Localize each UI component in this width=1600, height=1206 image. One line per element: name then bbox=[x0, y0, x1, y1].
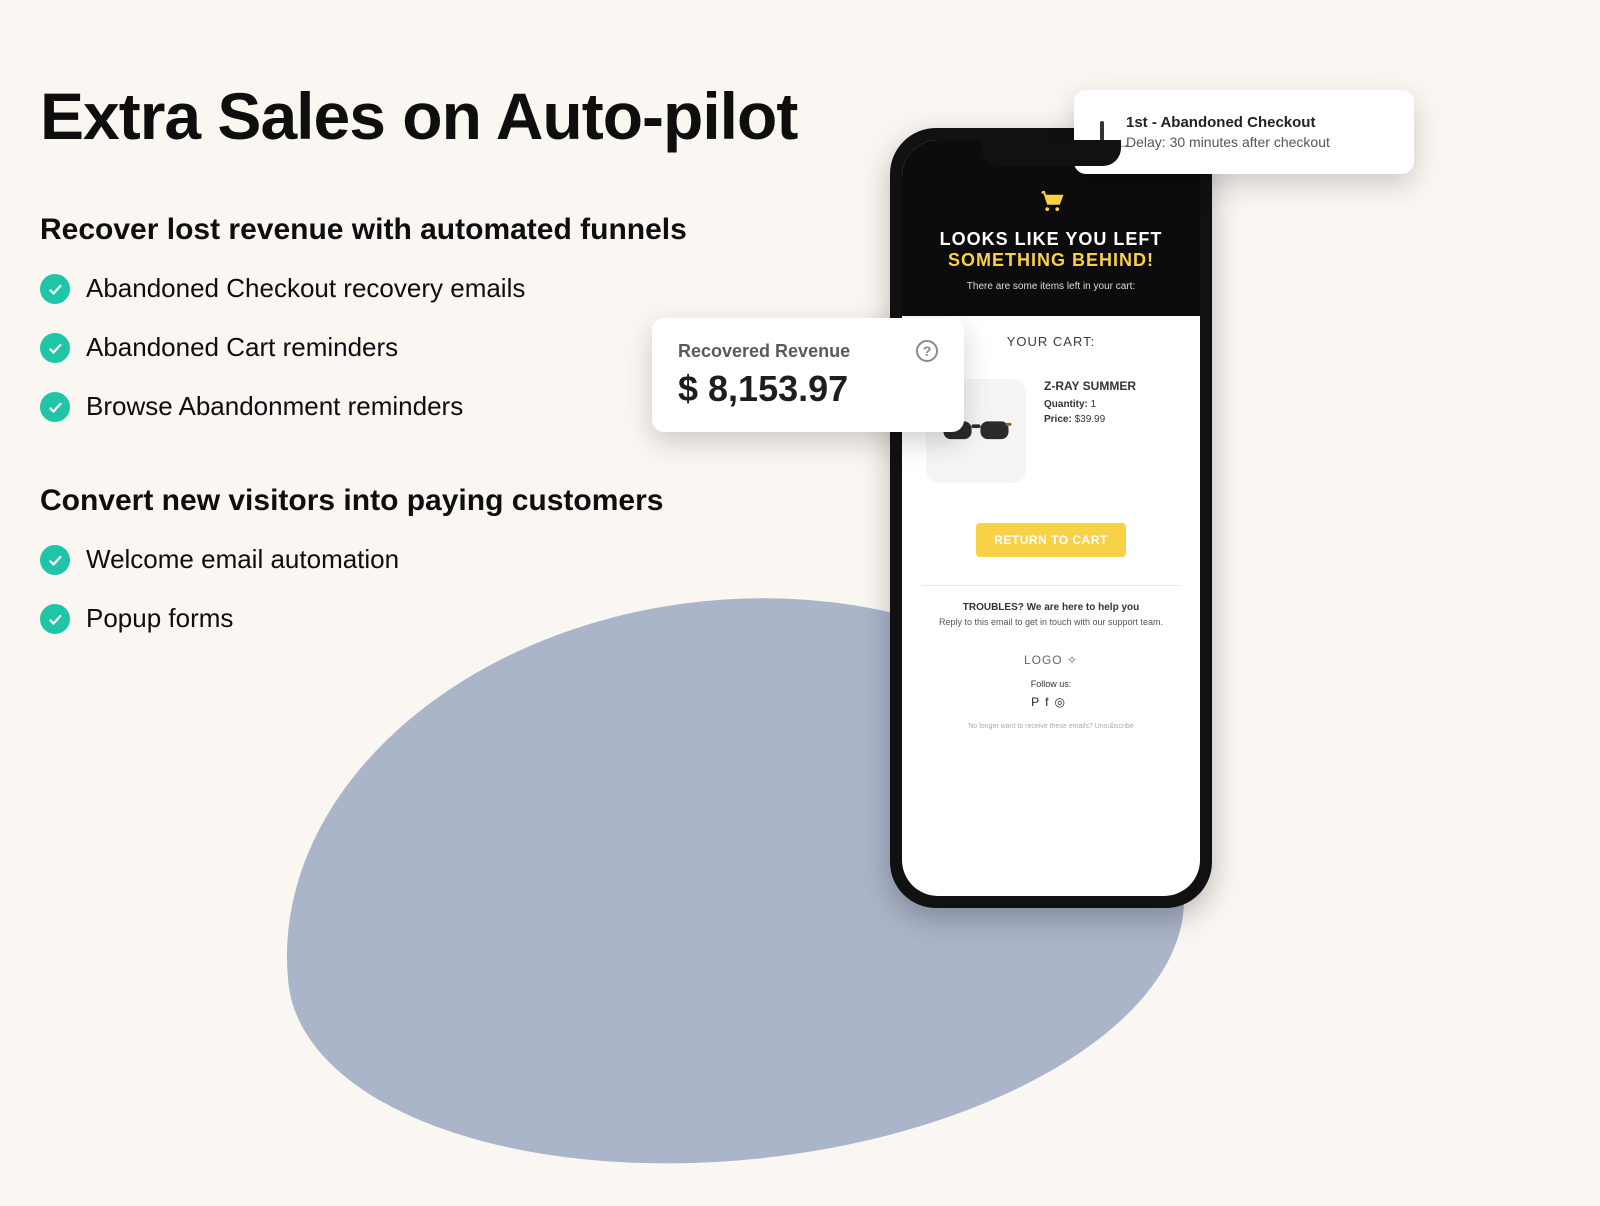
divider bbox=[922, 585, 1180, 586]
price-label: Price: bbox=[1044, 414, 1072, 425]
check-icon bbox=[40, 545, 70, 575]
phone-notch bbox=[981, 140, 1121, 166]
qty-value: 1 bbox=[1091, 399, 1097, 410]
check-icon bbox=[40, 392, 70, 422]
bullet-item: Abandoned Checkout recovery emails bbox=[40, 273, 820, 304]
automation-step-card: → 1st - Abandoned Checkout Delay: 30 min… bbox=[1074, 90, 1414, 174]
instagram-icon[interactable]: ◎ bbox=[1054, 695, 1070, 709]
bullet-item: Welcome email automation bbox=[40, 544, 820, 575]
step-subtitle: Delay: 30 minutes after checkout bbox=[1126, 134, 1330, 150]
price-value: $39.99 bbox=[1075, 414, 1106, 425]
step-title: 1st - Abandoned Checkout bbox=[1126, 114, 1330, 131]
footer-subtitle: Reply to this email to get in touch with… bbox=[922, 617, 1180, 627]
section-title-convert: Convert new visitors into paying custome… bbox=[40, 484, 820, 518]
pinterest-icon[interactable]: P bbox=[1031, 695, 1045, 709]
recovered-revenue-card: Recovered Revenue ? $ 8,153.97 bbox=[652, 318, 964, 432]
bullet-text: Popup forms bbox=[86, 603, 233, 634]
revenue-value: $ 8,153.97 bbox=[678, 368, 848, 410]
footer-title: TROUBLES? We are here to help you bbox=[922, 602, 1180, 613]
revenue-label: Recovered Revenue bbox=[678, 341, 850, 362]
bullet-text: Welcome email automation bbox=[86, 544, 399, 575]
bullet-text: Abandoned Checkout recovery emails bbox=[86, 273, 525, 304]
brand-logo: LOGO ✧ bbox=[922, 653, 1180, 667]
bullet-list-convert: Welcome email automation Popup forms bbox=[40, 544, 820, 634]
hero-line-1: LOOKS LIKE YOU LEFT bbox=[916, 229, 1186, 250]
hero-line-2: SOMETHING BEHIND! bbox=[916, 250, 1186, 271]
follow-label: Follow us: bbox=[922, 679, 1180, 689]
mail-forward-icon bbox=[1100, 121, 1104, 142]
section-title-recover: Recover lost revenue with automated funn… bbox=[40, 213, 820, 247]
bullet-text: Abandoned Cart reminders bbox=[86, 332, 398, 363]
phone-screen: LOOKS LIKE YOU LEFT SOMETHING BEHIND! Th… bbox=[902, 140, 1200, 896]
return-to-cart-button[interactable]: RETURN TO CART bbox=[976, 523, 1125, 557]
social-icons: Pf◎ bbox=[922, 695, 1180, 709]
hero-subtext: There are some items left in your cart: bbox=[916, 281, 1186, 292]
bullet-text: Browse Abandonment reminders bbox=[86, 391, 463, 422]
check-icon bbox=[40, 333, 70, 363]
help-icon[interactable]: ? bbox=[916, 340, 938, 362]
product-info: Z-RAY SUMMER Quantity: 1 Price: $39.99 bbox=[1044, 379, 1136, 425]
check-icon bbox=[40, 274, 70, 304]
shopping-cart-icon bbox=[1036, 186, 1066, 221]
headline: Extra Sales on Auto-pilot bbox=[40, 82, 820, 151]
bullet-item: Popup forms bbox=[40, 603, 820, 634]
product-name: Z-RAY SUMMER bbox=[1044, 379, 1136, 393]
qty-label: Quantity: bbox=[1044, 399, 1088, 410]
check-icon bbox=[40, 604, 70, 634]
unsubscribe-text: No longer want to receive these emails? … bbox=[922, 723, 1180, 730]
phone-mockup: LOOKS LIKE YOU LEFT SOMETHING BEHIND! Th… bbox=[890, 128, 1212, 908]
email-footer: TROUBLES? We are here to help you Reply … bbox=[922, 602, 1180, 730]
